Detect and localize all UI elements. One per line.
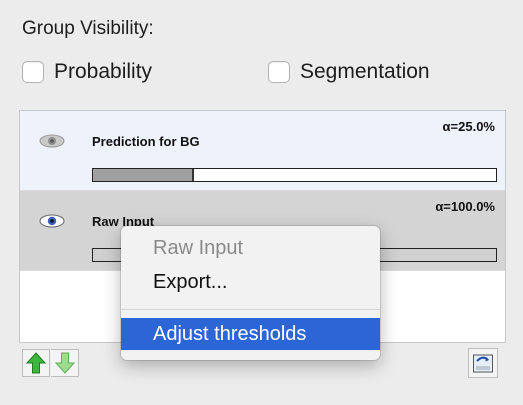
export-menu-item[interactable]: Export... <box>121 268 380 296</box>
group-visibility-title: Group Visibility: <box>22 18 154 39</box>
move-down-button[interactable] <box>51 349 79 377</box>
segmentation-checkbox[interactable] <box>268 61 290 83</box>
move-up-button[interactable] <box>22 349 50 377</box>
eye-icon[interactable] <box>38 213 66 229</box>
export-layer-icon <box>473 354 493 373</box>
arrow-up-green-icon <box>26 352 46 374</box>
eye-icon[interactable] <box>38 133 66 149</box>
opacity-slider[interactable] <box>92 168 497 182</box>
probability-checkbox-row[interactable]: Probability <box>22 60 152 84</box>
menu-separator <box>121 309 380 310</box>
segmentation-checkbox-row[interactable]: Segmentation <box>268 60 430 84</box>
arrow-down-green-icon <box>54 352 75 374</box>
export-layer-button[interactable] <box>468 348 498 378</box>
alpha-value: α=25.0% <box>442 119 495 134</box>
adjust-thresholds-menu-item[interactable]: Adjust thresholds <box>121 318 380 350</box>
segmentation-label: Segmentation <box>300 60 430 83</box>
layer-name: Prediction for BG <box>92 134 200 149</box>
probability-checkbox[interactable] <box>22 61 44 83</box>
opacity-fill <box>93 169 194 181</box>
alpha-value: α=100.0% <box>435 199 495 214</box>
layer-row-prediction-bg[interactable]: Prediction for BG α=25.0% <box>20 111 505 191</box>
probability-label: Probability <box>54 60 153 83</box>
context-menu: Raw Input Export... Adjust thresholds <box>121 226 380 360</box>
context-menu-header: Raw Input <box>153 237 244 259</box>
